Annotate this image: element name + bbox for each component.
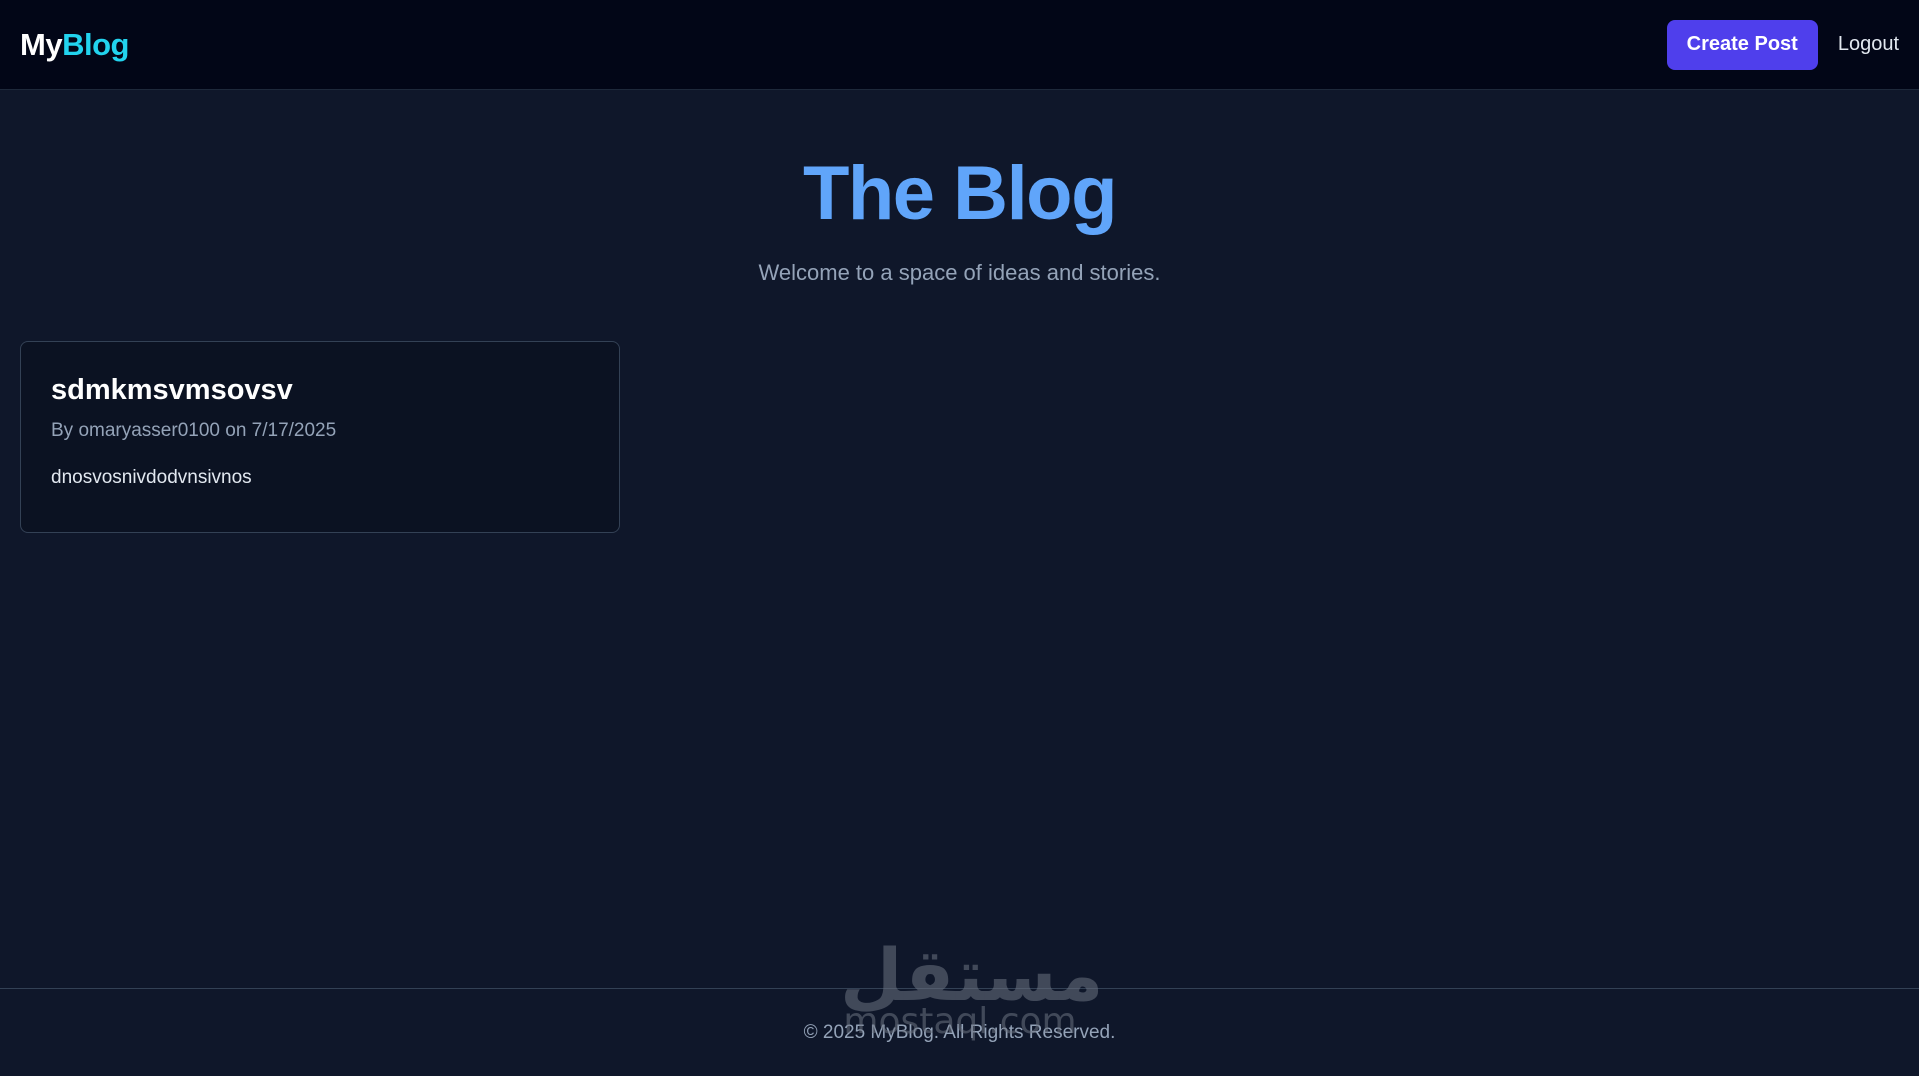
footer: © 2025 MyBlog. All Rights Reserved. — [0, 988, 1919, 1076]
logout-link[interactable]: Logout — [1838, 33, 1899, 56]
page: MyBlog Create Post Logout The Blog Welco… — [0, 0, 1919, 1076]
footer-copyright: © 2025 MyBlog. All Rights Reserved. — [803, 1021, 1116, 1043]
hero: The Blog Welcome to a space of ideas and… — [0, 150, 1919, 286]
nav-actions: Create Post Logout — [1666, 19, 1899, 70]
navbar: MyBlog Create Post Logout — [0, 0, 1919, 90]
post-meta: By omaryasser0100 on 7/17/2025 — [51, 420, 337, 441]
page-title: The Blog — [802, 151, 1118, 236]
brand-accent: Blog — [62, 26, 129, 62]
post-title[interactable]: sdmkmsvmsovsv — [51, 372, 589, 408]
create-post-button[interactable]: Create Post — [1666, 19, 1818, 70]
page-subtitle: Welcome to a space of ideas and stories. — [758, 260, 1161, 285]
post-card[interactable]: sdmkmsvmsovsv By omaryasser0100 on 7/17/… — [20, 341, 620, 533]
brand-logo[interactable]: MyBlog — [20, 27, 129, 63]
post-excerpt: dnosvosnivdodvnsivnos — [51, 467, 252, 488]
brand-prefix: My — [20, 26, 63, 62]
